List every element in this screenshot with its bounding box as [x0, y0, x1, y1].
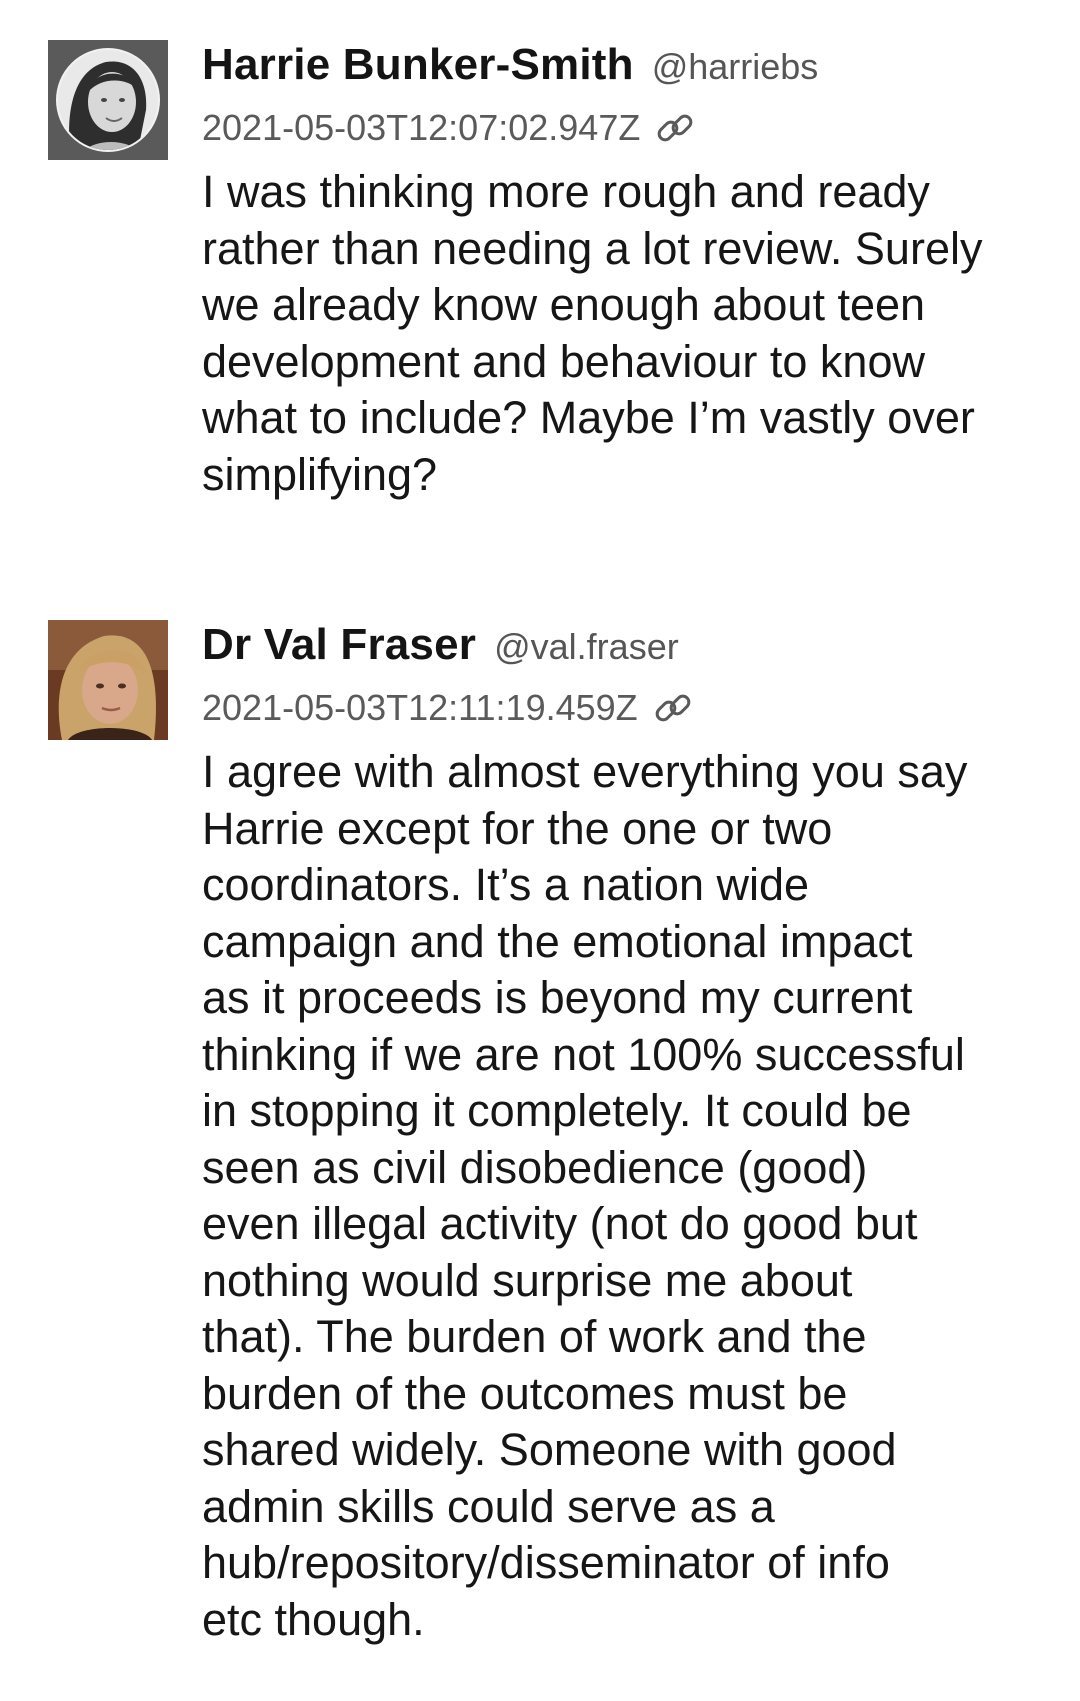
timestamp: 2021-05-03T12:07:02.947Z [202, 107, 641, 148]
avatar-photo-icon [48, 620, 168, 740]
post-body-line: we already know enough about teen [202, 279, 926, 330]
link-icon[interactable] [652, 687, 694, 729]
post-body-line: in stopping it completely. It could be [202, 1085, 912, 1136]
post-header: Harrie Bunker-Smith @harriebs [202, 40, 1044, 98]
author-name[interactable]: Harrie Bunker-Smith [202, 40, 634, 90]
post-body-line: I was thinking more rough and ready [202, 166, 930, 217]
post-body-line: campaign and the emotional impact [202, 915, 913, 967]
post-body-line: development and behaviour to know [202, 335, 925, 387]
avatar[interactable] [48, 620, 168, 740]
post-body-line: burden of the outcomes must be [202, 1367, 848, 1419]
post-body-line: shared widely. Someone with good [202, 1424, 897, 1475]
post-body-line: nothing would surprise me about [202, 1254, 853, 1306]
post-body-line: coordinators. It’s a nation wide [202, 859, 810, 910]
post-body: I agree with almost everything you say H… [202, 744, 1032, 1648]
avatar[interactable] [48, 40, 168, 160]
post-body-line: as it proceeds is beyond my current [202, 972, 913, 1023]
post-header: Dr Val Fraser @val.fraser [202, 620, 1044, 678]
post-body-line: Harrie except for the one or two [202, 802, 833, 854]
post-content: Dr Val Fraser @val.fraser 2021-05-03T12:… [202, 620, 1044, 1648]
post-body-line: seen as civil disobedience (good) [202, 1141, 868, 1193]
author-handle[interactable]: @val.fraser [494, 626, 679, 668]
avatar-photo-icon [48, 40, 168, 160]
post-meta: 2021-05-03T12:11:19.459Z [202, 680, 1044, 736]
post-body-line: I agree with almost everything you say [202, 746, 968, 797]
author-handle[interactable]: @harriebs [652, 46, 819, 88]
post-body-line: thinking if we are not 100% successful [202, 1028, 965, 1080]
post-body-line: even illegal activity (not do good but [202, 1198, 918, 1249]
post-body-line: rather than needing a lot review. Surely [202, 222, 983, 274]
timestamp: 2021-05-03T12:11:19.459Z [202, 687, 638, 728]
post-body-line: what to include? Maybe I’m vastly over [202, 392, 975, 443]
post-meta: 2021-05-03T12:07:02.947Z [202, 100, 1044, 156]
post-body-line: hub/repository/disseminator of info [202, 1537, 890, 1588]
author-name[interactable]: Dr Val Fraser [202, 620, 476, 670]
link-icon[interactable] [654, 107, 696, 149]
post-content: Harrie Bunker-Smith @harriebs 2021-05-03… [202, 40, 1044, 503]
post-body-line: admin skills could serve as a [202, 1480, 775, 1532]
post-body: I was thinking more rough and ready rath… [202, 164, 1032, 503]
post-body-line: that). The burden of work and the [202, 1311, 867, 1362]
post-body-line: etc though. [202, 1593, 425, 1645]
post-body-line: simplifying? [202, 448, 438, 500]
